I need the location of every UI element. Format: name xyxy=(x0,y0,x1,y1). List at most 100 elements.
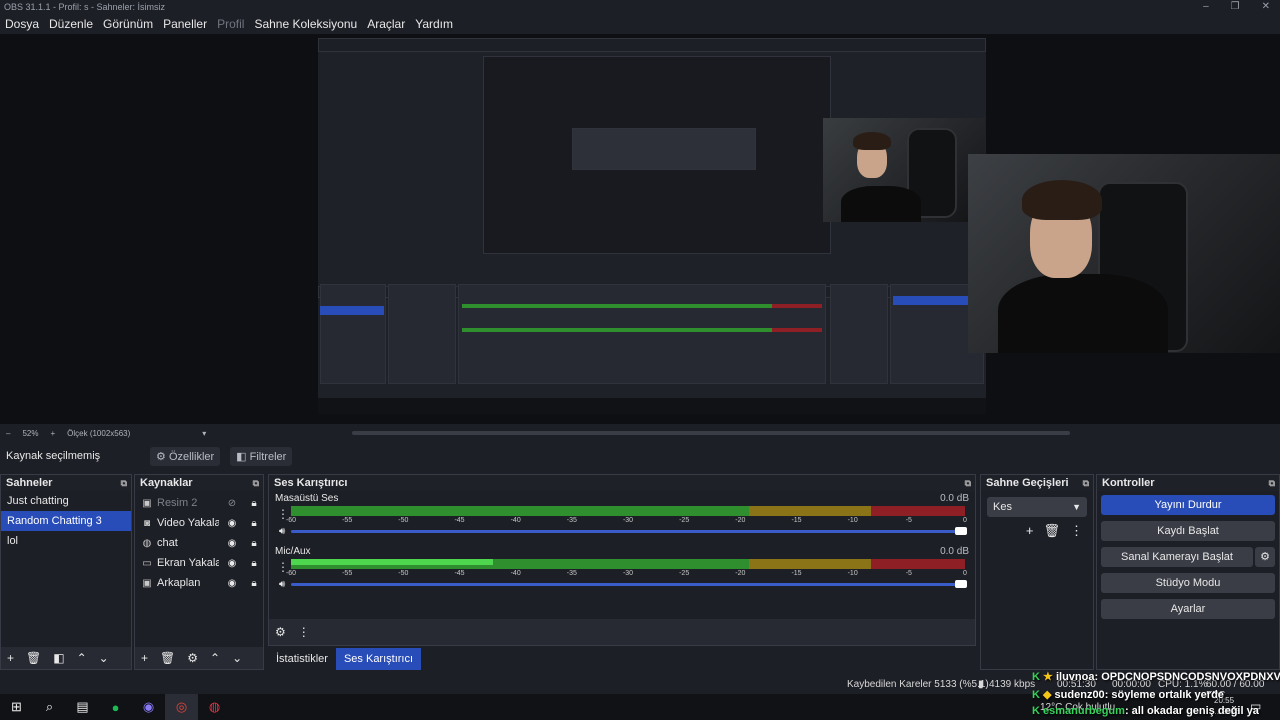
controls-header: Kontroller ⧉ xyxy=(1097,475,1279,491)
windows-start-icon[interactable]: ⊞ xyxy=(0,694,33,720)
spotify-icon[interactable]: ● xyxy=(99,694,132,720)
undock-icon[interactable]: ⧉ xyxy=(1083,475,1089,491)
image-icon: ▣ xyxy=(142,497,152,509)
preview-scrollbar[interactable] xyxy=(352,431,1070,435)
chevron-down-icon[interactable]: ⌄ xyxy=(232,651,242,665)
menu-view[interactable]: Görünüm xyxy=(103,17,153,31)
eye-icon[interactable]: ◉ xyxy=(223,578,241,589)
speaker-icon[interactable]: 🔊︎ xyxy=(279,579,285,590)
menu-bar: Dosya Düzenle Görünüm Paneller Profil Sa… xyxy=(0,14,1280,34)
more-icon[interactable]: ⋮ xyxy=(1070,523,1083,539)
meter-tick-label: -15 xyxy=(791,517,802,524)
start-virtual-camera-button[interactable]: Sanal Kamerayı Başlat xyxy=(1101,547,1253,567)
properties-button[interactable]: ⚙ Özellikler xyxy=(150,446,221,466)
more-icon[interactable]: ⋮ xyxy=(298,625,310,639)
monitor-icon: ▭ xyxy=(142,557,152,569)
add-icon[interactable]: + xyxy=(1026,523,1034,539)
chevron-down-icon[interactable]: ⌄ xyxy=(99,651,109,665)
menu-help[interactable]: Yardım xyxy=(415,17,453,31)
virtual-camera-settings-button[interactable]: ⚙ xyxy=(1255,547,1275,567)
chevron-down-icon: ▼ xyxy=(1072,502,1081,512)
lock-icon[interactable]: 🔒︎ xyxy=(245,498,263,509)
transition-select[interactable]: Kes ▼ xyxy=(987,497,1087,517)
scene-item-just-chatting[interactable]: Just chatting xyxy=(1,491,131,511)
sources-header: Kaynaklar ⧉ xyxy=(135,475,263,491)
filter-icon[interactable]: ◧ xyxy=(53,651,64,665)
trash-icon[interactable]: 🗑 xyxy=(160,651,175,665)
undock-icon[interactable]: ⧉ xyxy=(1269,475,1275,491)
source-name: Video Yakalama A xyxy=(157,517,219,529)
mixer-toolbar: ⚙ ⋮ xyxy=(269,619,975,645)
channel-volume-db: 0.0 dB xyxy=(940,493,969,504)
source-item[interactable]: ▣ Arkaplan ◉ 🔒︎ xyxy=(135,573,263,593)
meter-tick-label: -10 xyxy=(847,570,858,577)
meter-green-zone xyxy=(291,506,750,516)
advanced-audio-icon[interactable]: ⚙ xyxy=(275,625,286,639)
channel-volume-db: 0.0 dB xyxy=(940,546,969,557)
menu-profile[interactable]: Profil xyxy=(217,17,244,31)
eye-icon[interactable]: ◉ xyxy=(223,518,241,529)
chevron-up-icon[interactable]: ⌃ xyxy=(210,651,220,665)
filters-button[interactable]: ◧ Filtreler xyxy=(230,446,293,466)
webcam-feed-small xyxy=(823,118,985,222)
eye-off-icon[interactable]: ⊘ xyxy=(223,498,241,509)
badge-icon: ◆ xyxy=(1043,689,1052,701)
nested-capture-meter-2 xyxy=(462,328,772,332)
discord-icon[interactable]: ◉ xyxy=(132,694,165,720)
scale-dropdown[interactable]: ▾ xyxy=(202,429,206,438)
speaker-icon[interactable]: 🔊︎ xyxy=(279,526,285,537)
menu-file[interactable]: Dosya xyxy=(5,17,39,31)
eye-icon[interactable]: ◉ xyxy=(223,558,241,569)
lock-icon[interactable]: 🔒︎ xyxy=(245,578,263,589)
source-item[interactable]: ◙ Video Yakalama A ◉ 🔒︎ xyxy=(135,513,263,533)
tab-audio-mixer[interactable]: Ses Karıştırıcı xyxy=(335,648,422,670)
menu-docks[interactable]: Paneller xyxy=(163,17,207,31)
trash-icon[interactable]: 🗑 xyxy=(1043,523,1060,539)
stop-streaming-button[interactable]: Yayını Durdur xyxy=(1101,495,1275,515)
undock-icon[interactable]: ⧉ xyxy=(253,475,259,491)
lock-icon[interactable]: 🔒︎ xyxy=(245,538,263,549)
volume-slider-handle[interactable] xyxy=(955,527,967,535)
undock-icon[interactable]: ⧉ xyxy=(965,475,971,491)
add-icon[interactable]: + xyxy=(7,651,14,665)
settings-button[interactable]: Ayarlar xyxy=(1101,599,1275,619)
zoom-out-button[interactable]: – xyxy=(6,429,10,438)
volume-slider[interactable] xyxy=(291,527,967,535)
chevron-up-icon[interactable]: ⌃ xyxy=(77,651,87,665)
source-name: Arkaplan xyxy=(157,577,201,589)
volume-slider[interactable] xyxy=(291,580,967,588)
maximize-button[interactable]: ❐ xyxy=(1231,0,1240,14)
close-button[interactable]: ✕ xyxy=(1262,0,1270,14)
task-view-icon[interactable]: ▤ xyxy=(66,694,99,720)
source-item[interactable]: ▣ Resim 2 ⊘ 🔒︎ xyxy=(135,493,263,513)
gear-icon[interactable]: ⚙ xyxy=(187,651,198,665)
source-item[interactable]: ▭ Ekran Yakalama ◉ 🔒︎ xyxy=(135,553,263,573)
search-icon[interactable]: ⌕ xyxy=(33,694,66,720)
preview-canvas[interactable] xyxy=(318,38,986,414)
meter-tick-label: -35 xyxy=(566,517,577,524)
menu-scene-collection[interactable]: Sahne Koleksiyonu xyxy=(254,17,357,31)
source-item[interactable]: ◍ chat ◉ 🔒︎ xyxy=(135,533,263,553)
add-icon[interactable]: + xyxy=(141,651,148,665)
volume-meter xyxy=(291,506,965,516)
properties-label: Özellikler xyxy=(168,450,215,463)
eye-icon[interactable]: ◉ xyxy=(223,538,241,549)
trash-icon[interactable]: 🗑 xyxy=(26,651,41,665)
tab-stats[interactable]: İstatistikler xyxy=(268,648,336,670)
meter-tick-label: -50 xyxy=(398,517,409,524)
undock-icon[interactable]: ⧉ xyxy=(121,475,127,491)
studio-mode-button[interactable]: Stüdyo Modu xyxy=(1101,573,1275,593)
menu-edit[interactable]: Düzenle xyxy=(49,17,93,31)
scene-item-random-chatting-3[interactable]: Random Chatting 3 xyxy=(1,511,131,531)
menu-tools[interactable]: Araçlar xyxy=(367,17,405,31)
minimize-button[interactable]: – xyxy=(1203,0,1209,14)
obs-icon[interactable]: ◍ xyxy=(198,694,231,720)
nested-capture-mixer xyxy=(458,284,826,384)
volume-slider-handle[interactable] xyxy=(955,580,967,588)
start-recording-button[interactable]: Kaydı Başlat xyxy=(1101,521,1275,541)
lock-icon[interactable]: 🔒︎ xyxy=(245,558,263,569)
zoom-in-button[interactable]: + xyxy=(50,429,55,438)
chrome-icon[interactable]: ◎ xyxy=(165,694,198,720)
lock-icon[interactable]: 🔒︎ xyxy=(245,518,263,529)
scene-item-lol[interactable]: lol xyxy=(1,531,131,551)
